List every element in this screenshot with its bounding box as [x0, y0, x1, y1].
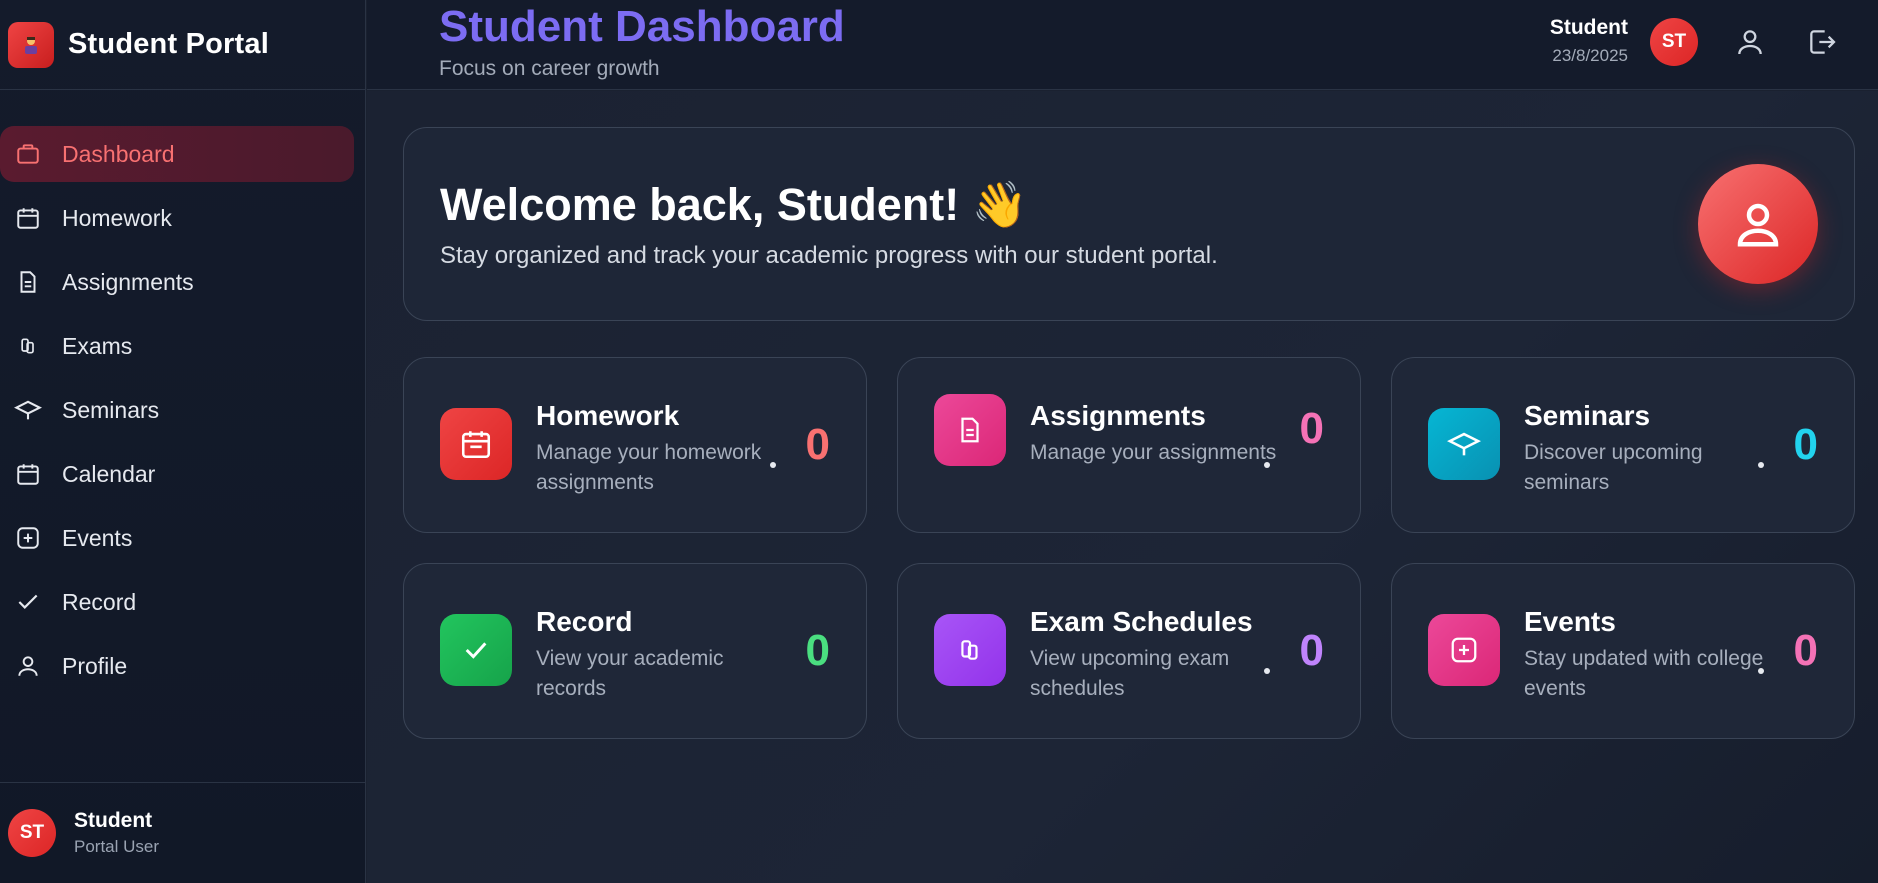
footer-user-name: Student — [74, 809, 153, 832]
status-dot — [1758, 462, 1764, 468]
card-count: 0 — [805, 420, 830, 469]
card-description: View upcoming exam schedules — [1030, 647, 1230, 700]
sidebar-item-label: Profile — [62, 652, 128, 679]
card-title: Assignments — [1030, 400, 1206, 431]
card-record[interactable]: Record View your academic records 0 — [403, 563, 867, 739]
calendar-icon — [14, 460, 42, 488]
card-description: Stay updated with college events — [1524, 647, 1764, 700]
header-date: 23/8/2025 — [1552, 46, 1628, 65]
copy-icon — [934, 614, 1006, 686]
logout-icon — [1810, 30, 1836, 54]
check-icon — [14, 588, 42, 616]
header-avatar[interactable]: ST — [1650, 18, 1698, 66]
sidebar-item-label: Events — [62, 524, 133, 551]
card-title: Seminars — [1524, 400, 1651, 431]
card-homework[interactable]: Homework Manage your homework assignment… — [403, 357, 867, 533]
sidebar-item-label: Seminars — [62, 396, 160, 423]
calendar-icon — [14, 204, 42, 232]
user-icon — [1738, 30, 1762, 55]
sidebar-item-label: Dashboard — [62, 140, 175, 167]
card-description: View your academic records — [536, 647, 724, 700]
sidebar-item-label: Record — [62, 588, 137, 615]
sidebar-item-profile[interactable]: Profile — [0, 638, 353, 694]
card-description: Manage your homework assignments — [536, 441, 762, 494]
status-dot — [770, 462, 776, 468]
plus-square-icon — [14, 524, 42, 552]
user-icon — [14, 652, 42, 680]
briefcase-icon — [14, 140, 42, 168]
sidebar-item-dashboard[interactable]: Dashboard — [0, 126, 354, 182]
card-title: Events — [1524, 606, 1616, 637]
page-subtitle: Focus on career growth — [439, 57, 660, 80]
card-count: 0 — [1299, 626, 1324, 675]
sidebar-user-footer[interactable]: ST Student Portal User — [0, 782, 366, 883]
calendar-icon — [440, 408, 512, 480]
logout-button[interactable] — [1804, 24, 1840, 60]
card-count: 0 — [1299, 404, 1324, 453]
top-header: Student Dashboard Focus on career growth… — [367, 0, 1878, 90]
copy-icon — [14, 332, 42, 360]
card-count: 0 — [1793, 626, 1818, 675]
welcome-title: Welcome back, Student! 👋 — [440, 179, 1028, 230]
sidebar-item-label: Exams — [62, 332, 133, 359]
header-user-info: Student 23/8/2025 — [1550, 16, 1628, 66]
page-title: Student Dashboard — [439, 2, 845, 51]
status-dot — [1758, 668, 1764, 674]
card-count: 0 — [1793, 420, 1818, 469]
sidebar-item-exams[interactable]: Exams — [0, 318, 353, 374]
welcome-banner: Welcome back, Student! 👋 Stay organized … — [403, 127, 1855, 321]
document-icon — [14, 268, 42, 296]
card-exam-schedules[interactable]: Exam Schedules View upcoming exam schedu… — [897, 563, 1361, 739]
welcome-user-icon — [1698, 164, 1818, 284]
sidebar-item-events[interactable]: Events — [0, 510, 353, 566]
status-dot — [1264, 668, 1270, 674]
card-description: Discover upcoming seminars — [1524, 441, 1703, 494]
card-title: Exam Schedules — [1030, 606, 1253, 637]
sidebar-item-assignments[interactable]: Assignments — [0, 254, 353, 310]
card-seminars[interactable]: Seminars Discover upcoming seminars 0 — [1391, 357, 1855, 533]
card-count: 0 — [805, 626, 830, 675]
card-title: Homework — [536, 400, 680, 431]
card-assignments[interactable]: Assignments Manage your assignments 0 — [897, 357, 1361, 533]
sidebar: Student Portal Dashboard Homework Assign… — [0, 0, 366, 883]
status-dot — [1264, 462, 1270, 468]
header-user-name: Student — [1549, 16, 1628, 39]
sidebar-nav: Dashboard Homework Assignments Exams Sem… — [0, 126, 365, 694]
plus-square-icon — [1428, 614, 1500, 686]
sidebar-item-label: Calendar — [62, 460, 156, 487]
document-icon — [934, 394, 1006, 466]
sidebar-item-record[interactable]: Record — [0, 574, 353, 630]
welcome-subtitle: Stay organized and track your academic p… — [440, 242, 1218, 269]
footer-user-role: Portal User — [74, 837, 160, 856]
brand-title: Student Portal — [68, 28, 269, 60]
check-icon — [440, 614, 512, 686]
brand-logo-icon — [8, 21, 54, 68]
card-title: Record — [536, 606, 633, 637]
graduation-cap-icon — [14, 396, 42, 424]
sidebar-item-seminars[interactable]: Seminars — [0, 382, 353, 438]
sidebar-item-calendar[interactable]: Calendar — [0, 446, 353, 502]
avatar: ST — [8, 809, 56, 857]
profile-button[interactable] — [1732, 24, 1768, 60]
sidebar-item-label: Homework — [62, 204, 172, 231]
sidebar-item-homework[interactable]: Homework — [0, 190, 353, 246]
card-events[interactable]: Events Stay updated with college events … — [1391, 563, 1855, 739]
graduation-cap-icon — [1428, 408, 1500, 480]
card-description: Manage your assignments — [1030, 441, 1277, 464]
brand[interactable]: Student Portal — [0, 0, 365, 90]
sidebar-item-label: Assignments — [62, 268, 194, 295]
main-content: Welcome back, Student! 👋 Stay organized … — [367, 91, 1878, 883]
